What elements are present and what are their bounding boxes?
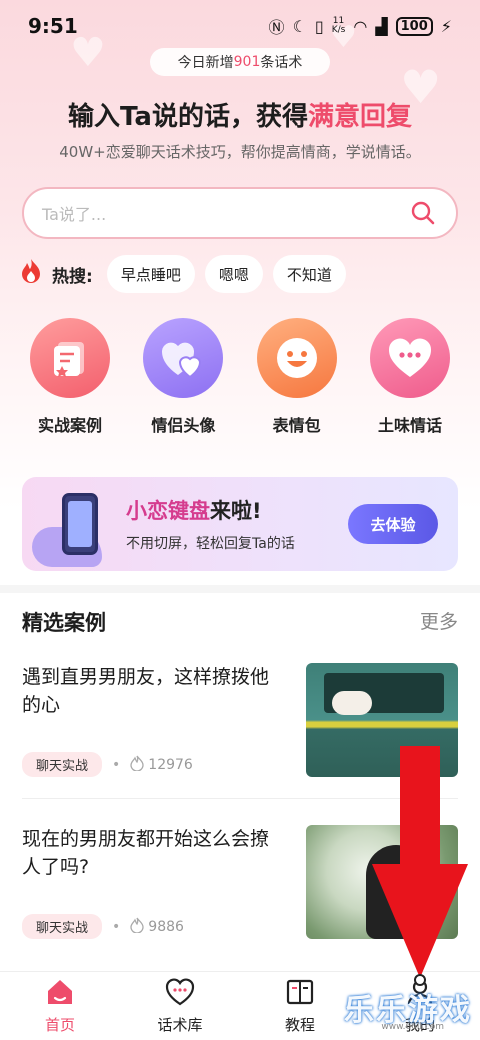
page-subtitle: 40W+恋爱聊天话术技巧，帮你提高情商，学说情话。: [59, 143, 421, 161]
wifi-icon: ◠: [353, 16, 368, 36]
net-speed-unit: K/s: [331, 25, 346, 35]
feature-emoji[interactable]: 表情包: [249, 318, 345, 436]
tab-label: 话术库: [157, 1015, 203, 1034]
book-icon: [285, 978, 315, 1010]
hot-search-label: 热搜:: [52, 266, 93, 287]
moon-icon: ☾: [292, 16, 307, 36]
keyboard-promo-banner[interactable]: 小恋键盘来啦! 不用切屏，轻松回复Ta的话 去体验: [22, 477, 458, 571]
feature-grid: 实战案例 情侣头像 表情包 土味情话: [22, 318, 458, 436]
banner-title: 小恋键盘来啦!: [126, 495, 262, 525]
cases-icon: [30, 318, 110, 398]
case-likes: 12976: [130, 755, 193, 775]
vibrate-icon: ▯: [314, 16, 324, 36]
more-link[interactable]: 更多: [420, 607, 458, 634]
nfc-icon: Ⓝ: [268, 18, 285, 37]
headline-main: 输入Ta说的话，获得: [68, 102, 308, 132]
status-icons: Ⓝ ☾ ▯ 11 K/s ◠ ▟ 100 ⚡: [269, 14, 452, 38]
tab-label: 首页: [44, 1015, 75, 1034]
featured-section-title: 精选案例: [22, 611, 106, 635]
section-divider: [0, 585, 480, 593]
heart-chat-icon: [165, 978, 195, 1010]
status-bar: 9:51 Ⓝ ☾ ▯ 11 K/s ◠ ▟ 100 ⚡: [0, 0, 480, 52]
daily-new-pill: 今日新增 901 条话术: [150, 48, 330, 76]
feature-love-talk[interactable]: 土味情话: [362, 318, 458, 436]
phone-illustration: [62, 493, 98, 555]
try-now-button[interactable]: 去体验: [348, 504, 438, 544]
charging-icon: ⚡: [440, 16, 452, 36]
tab-home[interactable]: 首页: [0, 972, 120, 1040]
flame-icon: [130, 917, 144, 937]
case-tag: 聊天实战: [22, 752, 103, 777]
banner-title-suffix: 来啦!: [210, 499, 262, 523]
red-down-arrow-icon: [372, 746, 468, 986]
site-watermark-url: www.66ll.com: [381, 1022, 444, 1032]
meta-dot: •: [112, 756, 121, 773]
battery-indicator: 100: [395, 16, 433, 36]
likes-count: 12976: [148, 756, 193, 773]
tab-label: 教程: [284, 1015, 315, 1034]
tab-tutorial[interactable]: 教程: [240, 972, 360, 1040]
search-icon[interactable]: [408, 198, 438, 228]
couple-avatar-icon: [143, 318, 224, 398]
feature-cases[interactable]: 实战案例: [22, 318, 118, 436]
case-card-meta: 聊天实战 • 9886: [22, 914, 184, 939]
emoji-icon: [256, 318, 337, 398]
love-talk-icon: [369, 318, 450, 398]
banner-title-highlight: 小恋键盘: [126, 499, 210, 523]
hot-search-row: 热搜: 早点睡吧 嗯嗯 不知道: [20, 255, 346, 293]
banner-subtitle: 不用切屏，轻松回复Ta的话: [126, 536, 295, 552]
headline-highlight: 满意回复: [307, 102, 412, 132]
pill-prefix: 今日新增: [177, 55, 234, 71]
pill-suffix: 条话术: [260, 55, 303, 71]
feature-couple-avatar[interactable]: 情侣头像: [135, 318, 231, 436]
fire-icon: [20, 258, 42, 290]
meta-dot: •: [112, 918, 121, 935]
page-headline: 输入Ta说的话，获得满意回复: [0, 96, 480, 133]
case-likes: 9886: [130, 917, 184, 937]
case-tag: 聊天实战: [22, 914, 103, 939]
case-card-title: 遇到直男男朋友，这样撩拨他的心: [22, 666, 270, 716]
feature-label: 土味情话: [377, 416, 442, 435]
home-icon: [45, 978, 75, 1010]
feature-label: 情侣头像: [151, 416, 216, 435]
pill-count: 901: [233, 54, 261, 70]
likes-count: 9886: [148, 918, 184, 935]
flame-icon: [130, 755, 144, 775]
feature-label: 表情包: [272, 416, 321, 435]
hot-chip[interactable]: 不知道: [272, 255, 346, 293]
case-card-meta: 聊天实战 • 12976: [22, 752, 193, 777]
status-time: 9:51: [28, 14, 78, 38]
search-input[interactable]: Ta说了...: [22, 187, 458, 239]
case-card-title: 现在的男朋友都开始这么会撩人了吗?: [22, 828, 270, 878]
hot-chip[interactable]: 早点睡吧: [106, 255, 195, 293]
feature-label: 实战案例: [37, 416, 102, 435]
hot-chip[interactable]: 嗯嗯: [204, 255, 263, 293]
tab-phrases[interactable]: 话术库: [120, 972, 240, 1040]
net-speed: 11 K/s: [332, 17, 346, 35]
search-placeholder: Ta说了...: [42, 205, 107, 224]
signal-icon: ▟: [375, 16, 388, 36]
